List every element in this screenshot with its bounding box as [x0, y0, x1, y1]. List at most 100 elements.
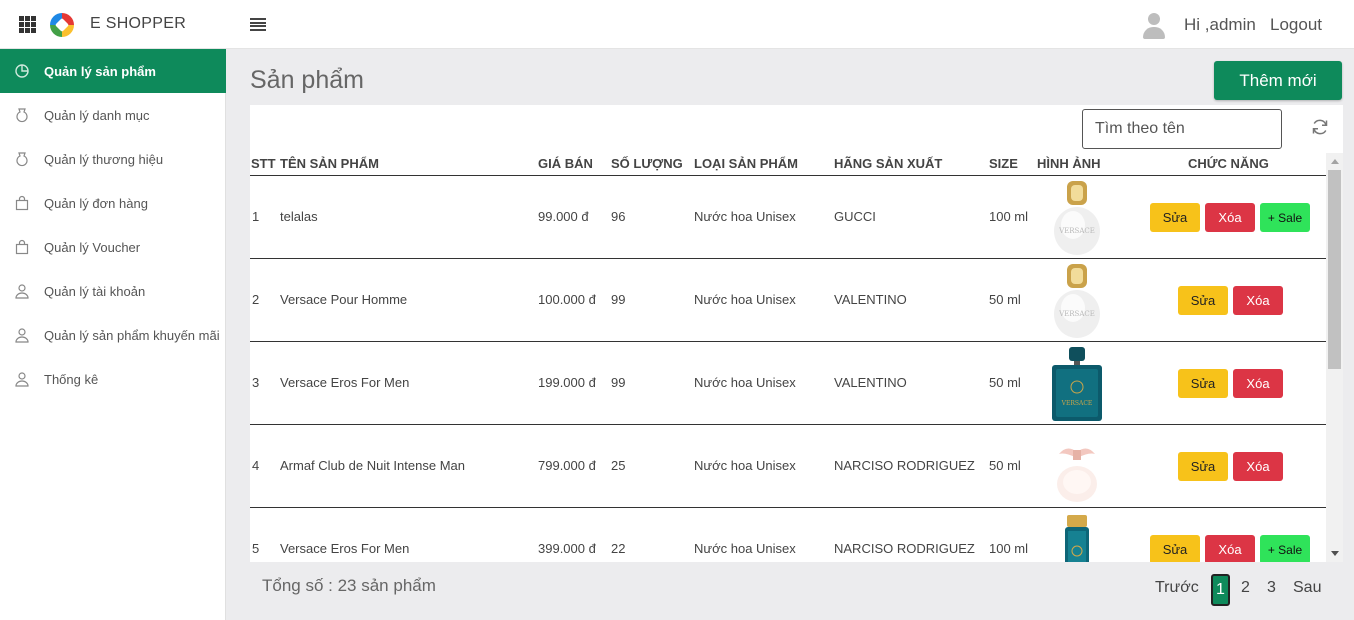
cell-brand: VALENTINO	[834, 292, 907, 307]
add-sale-button[interactable]: + Sale	[1260, 535, 1310, 562]
column-header: HÃNG SẢN XUẤT	[834, 156, 943, 171]
column-header: HÌNH ẢNH	[1037, 156, 1101, 171]
column-header: GIÁ BÁN	[538, 156, 593, 171]
sidebar-item-label: Quản lý sản phẩm	[44, 63, 156, 79]
sidebar-item-promotions[interactable]: Quản lý sản phẩm khuyến mãi	[0, 313, 226, 357]
scrollbar-thumb[interactable]	[1328, 170, 1341, 369]
delete-button[interactable]: Xóa	[1233, 369, 1283, 398]
brand-name: E SHOPPER	[90, 15, 187, 32]
product-image: VERSACE	[1054, 181, 1100, 255]
edit-button[interactable]: Sửa	[1150, 535, 1200, 562]
cell-name: Versace Eros For Men	[280, 541, 410, 556]
sidebar-item-accounts[interactable]: Quản lý tài khoản	[0, 269, 226, 313]
scroll-down-arrow-icon[interactable]	[1331, 551, 1339, 556]
column-header: SỐ LƯỢNG	[611, 156, 683, 171]
sidebar-item-products[interactable]: Quản lý sản phẩm	[0, 49, 226, 93]
svg-text:VERSACE: VERSACE	[1058, 310, 1095, 318]
edit-button[interactable]: Sửa	[1178, 286, 1228, 315]
sidebar-item-label: Quản lý thương hiệu	[44, 151, 164, 167]
pagination-next[interactable]: Sau	[1293, 579, 1321, 597]
shopping-bag-icon	[0, 239, 44, 255]
cell-size: 100 ml	[989, 541, 1029, 556]
product-image: VERSACE	[1054, 264, 1100, 338]
apps-grid-icon[interactable]	[19, 16, 36, 33]
cell-stt: 5	[252, 541, 260, 556]
cell-size: 50 ml	[989, 458, 1021, 473]
edit-button[interactable]: Sửa	[1178, 452, 1228, 481]
table-body: 1 telalas 99.000 đ 96 Nước hoa Unisex GU…	[250, 176, 1326, 562]
table-row: 4 Armaf Club de Nuit Intense Man 799.000…	[250, 425, 1326, 508]
bag-icon	[0, 107, 44, 123]
cell-name: Versace Pour Homme	[280, 292, 408, 307]
search-input[interactable]	[1082, 109, 1282, 149]
scroll-up-arrow-icon[interactable]	[1331, 159, 1339, 164]
cell-size: 50 ml	[989, 292, 1021, 307]
sidebar-item-statistics[interactable]: Thống kê	[0, 357, 226, 401]
cell-type: Nước hoa Unisex	[694, 292, 796, 307]
edit-button[interactable]: Sửa	[1178, 369, 1228, 398]
sidebar-item-label: Quản lý danh mục	[44, 107, 150, 123]
sidebar-item-label: Quản lý Voucher	[44, 239, 141, 255]
pagination-page-current[interactable]: 1	[1211, 574, 1230, 606]
sidebar-item-label: Quản lý đơn hàng	[44, 195, 148, 211]
cell-name: telalas	[280, 209, 318, 224]
cell-quantity: 99	[611, 375, 626, 390]
column-header: STT	[251, 156, 276, 171]
cell-quantity: 25	[611, 458, 626, 473]
user-icon	[0, 283, 44, 299]
cell-price: 199.000 đ	[538, 375, 596, 390]
cell-stt: 2	[252, 292, 260, 307]
sidebar-item-label: Thống kê	[44, 371, 99, 387]
cell-quantity: 96	[611, 209, 626, 224]
refresh-icon[interactable]	[1310, 117, 1330, 137]
add-sale-button[interactable]: + Sale	[1260, 203, 1310, 232]
user-icon	[0, 327, 44, 343]
delete-button[interactable]: Xóa	[1205, 203, 1255, 232]
cell-stt: 3	[252, 375, 260, 390]
pagination-page[interactable]: 2	[1241, 579, 1250, 597]
total-count: Tổng số : 23 sản phẩm	[262, 576, 436, 595]
column-header: SIZE	[989, 156, 1018, 171]
hamburger-menu-icon[interactable]	[250, 18, 266, 31]
column-header: CHỨC NĂNG	[1188, 156, 1269, 171]
cell-type: Nước hoa Unisex	[694, 458, 796, 473]
sidebar-item-orders[interactable]: Quản lý đơn hàng	[0, 181, 226, 225]
user-greeting: Hi ,admin	[1184, 15, 1256, 34]
delete-button[interactable]: Xóa	[1205, 535, 1255, 562]
sidebar-item-voucher[interactable]: Quản lý Voucher	[0, 225, 226, 269]
delete-button[interactable]: Xóa	[1233, 286, 1283, 315]
table-row: 2 Versace Pour Homme 100.000 đ 99 Nước h…	[250, 259, 1326, 342]
cell-stt: 4	[252, 458, 260, 473]
column-header: LOẠI SẢN PHẨM	[694, 156, 798, 171]
logout-link[interactable]: Logout	[1270, 15, 1322, 35]
cell-stt: 1	[252, 209, 260, 224]
user-icon	[0, 371, 44, 387]
cell-price: 99.000 đ	[538, 209, 589, 224]
cell-size: 100 ml	[989, 209, 1029, 224]
bag-icon	[0, 151, 44, 167]
pagination-prev[interactable]: Trước	[1155, 579, 1199, 597]
product-image	[1057, 448, 1097, 502]
sidebar: Quản lý sản phẩm Quản lý danh mục Quản l…	[0, 49, 226, 620]
product-image: VERSACE	[1052, 347, 1102, 421]
cell-brand: GUCCI	[834, 209, 876, 224]
product-image	[1065, 515, 1089, 562]
cell-quantity: 99	[611, 292, 626, 307]
sidebar-item-categories[interactable]: Quản lý danh mục	[0, 93, 226, 137]
brand-logo-icon	[50, 13, 74, 37]
table-row: 1 telalas 99.000 đ 96 Nước hoa Unisex GU…	[250, 176, 1326, 259]
table-row: 3 Versace Eros For Men 199.000 đ 99 Nước…	[250, 342, 1326, 425]
delete-button[interactable]: Xóa	[1233, 452, 1283, 481]
pagination-page[interactable]: 3	[1267, 579, 1276, 597]
table-scrollbar[interactable]	[1326, 153, 1343, 562]
cell-name: Versace Eros For Men	[280, 375, 410, 390]
cell-price: 799.000 đ	[538, 458, 596, 473]
edit-button[interactable]: Sửa	[1150, 203, 1200, 232]
cell-type: Nước hoa Unisex	[694, 209, 796, 224]
add-new-button[interactable]: Thêm mới	[1214, 61, 1342, 100]
table-row: 5 Versace Eros For Men 399.000 đ 22 Nước…	[250, 508, 1326, 562]
sidebar-item-brands[interactable]: Quản lý thương hiệu	[0, 137, 226, 181]
shopping-bag-icon	[0, 195, 44, 211]
user-avatar-icon	[1143, 13, 1165, 40]
cell-brand: NARCISO RODRIGUEZ	[834, 458, 975, 473]
